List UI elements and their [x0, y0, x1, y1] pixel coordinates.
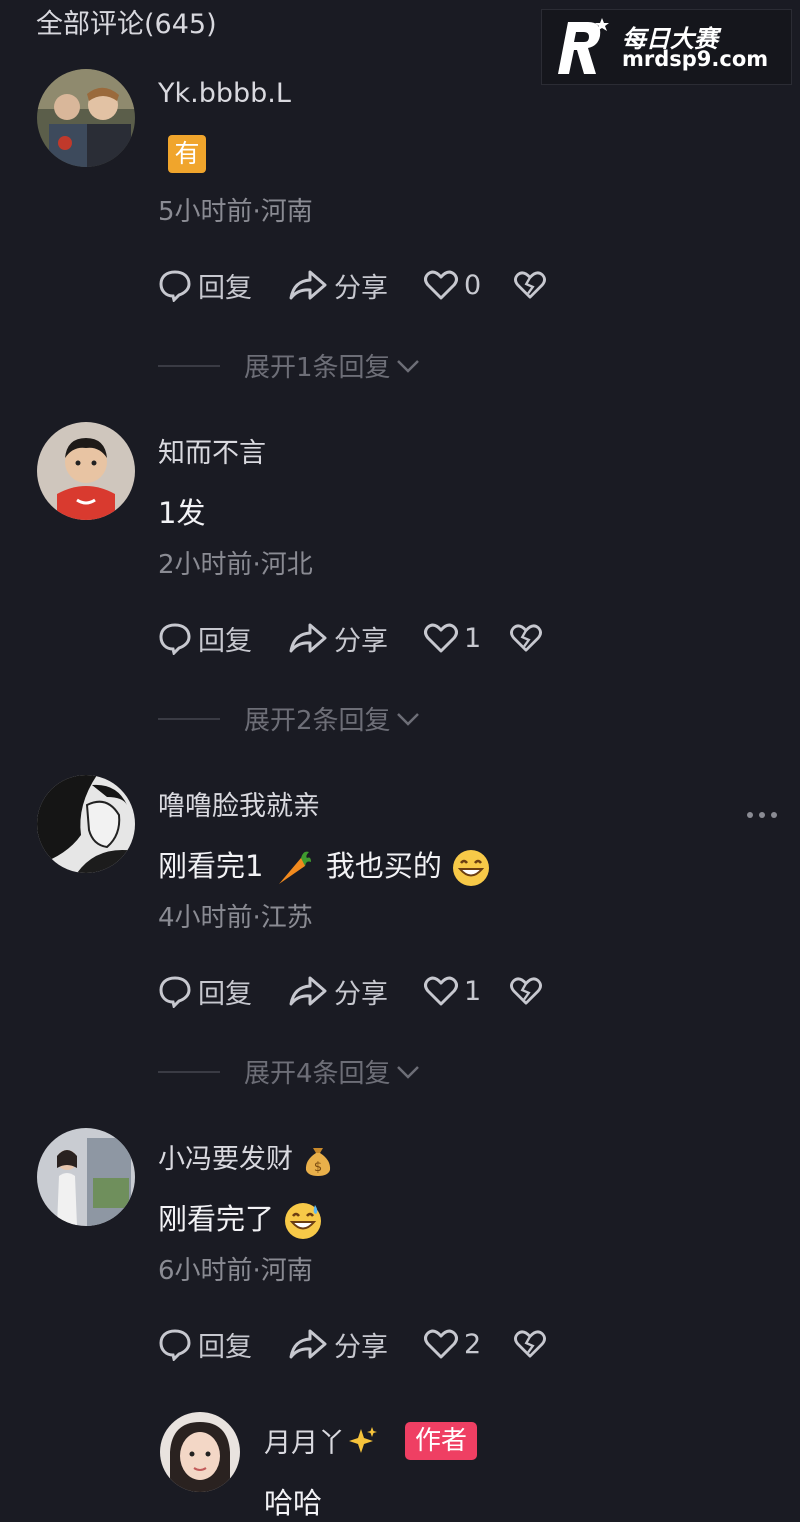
reply-bubble-icon [159, 623, 191, 655]
like-button[interactable]: 1 [424, 971, 481, 1011]
grin-emoji [453, 850, 490, 886]
divider [158, 364, 220, 367]
expand-replies-label: 展开2条回复 [244, 706, 391, 736]
chevron-down-icon [396, 359, 419, 373]
comment-actions: 回复 分享 1 [158, 618, 558, 658]
chevron-down-icon [396, 1065, 419, 1079]
reply-button[interactable]: 回复 [158, 1324, 252, 1364]
sweat-smile-emoji [285, 1203, 322, 1239]
comment-time-location: 4小时前·江苏 [158, 903, 313, 933]
watermark-logo: 每日大赛 mrdsp9.com [541, 9, 792, 85]
dislike-heart-icon [510, 977, 542, 1005]
comment-text-part: 刚看完了 [158, 1202, 275, 1236]
dislike-heart-icon [510, 624, 542, 652]
comment-text-part: 我也买的 [325, 849, 442, 883]
reply-button[interactable]: 回复 [158, 265, 252, 305]
share-button[interactable]: 分享 [288, 1324, 388, 1364]
heart-icon [424, 1329, 458, 1359]
like-count: 1 [464, 622, 482, 654]
like-count: 2 [464, 1328, 482, 1360]
carrot-emoji [278, 851, 311, 884]
dislike-button[interactable] [510, 618, 548, 658]
reply-label: 回复 [198, 272, 252, 304]
expand-replies[interactable]: 展开4条回复 [158, 1053, 421, 1090]
reply-avatar[interactable] [160, 1412, 240, 1492]
reply-bubble-icon [159, 1329, 191, 1361]
share-arrow-icon [289, 1329, 327, 1359]
comments-count-title: 全部评论(645) [36, 9, 217, 40]
share-label: 分享 [334, 272, 388, 304]
share-arrow-icon [289, 270, 327, 300]
reply-label: 回复 [198, 978, 252, 1010]
r-logo-icon [558, 18, 609, 74]
reply-username[interactable]: 月月丫 作者 [264, 1421, 478, 1460]
divider [158, 1070, 220, 1073]
sparkles-emoji [349, 1426, 377, 1453]
comment-username[interactable]: 小冯要发财 $ [158, 1137, 334, 1178]
watermark-url: mrdsp9.com [622, 47, 769, 71]
dislike-button[interactable] [514, 265, 552, 305]
comment-actions: 回复 分享 1 [158, 971, 558, 1011]
share-button[interactable]: 分享 [288, 265, 388, 305]
reply-button[interactable]: 回复 [158, 971, 252, 1011]
comment-actions: 回复 分享 0 [158, 265, 558, 305]
heart-icon [424, 976, 458, 1006]
avatar[interactable] [37, 775, 135, 873]
more-dots-icon[interactable] [746, 806, 778, 818]
comment-text: 刚看完1 我也买的 [158, 843, 491, 888]
expand-replies[interactable]: 展开2条回复 [158, 700, 421, 737]
comment-username[interactable]: Yk.bbbb.L [158, 78, 291, 109]
comment-time-location: 2小时前·河北 [158, 550, 313, 580]
comment-username[interactable]: 噜噜脸我就亲 [158, 784, 320, 823]
svg-text:$: $ [313, 1160, 321, 1175]
share-label: 分享 [334, 625, 388, 657]
chevron-down-icon [396, 712, 419, 726]
comment-actions: 回复 分享 2 [158, 1324, 558, 1364]
comment-text: 刚看完了 [158, 1196, 323, 1241]
avatar[interactable] [37, 422, 135, 520]
comment-text-part: 刚看完1 [158, 849, 264, 883]
reply-label: 回复 [198, 1331, 252, 1363]
share-label: 分享 [334, 1331, 388, 1363]
like-count: 1 [464, 975, 482, 1007]
dislike-button[interactable] [514, 1324, 552, 1364]
money-bag-emoji: $ [305, 1147, 330, 1176]
comment-username-text: 小冯要发财 [158, 1144, 293, 1175]
comment-text: 有 [168, 135, 206, 173]
expand-replies-label: 展开4条回复 [244, 1059, 391, 1089]
share-arrow-icon [289, 623, 327, 653]
comment-text: 1发 [158, 496, 206, 530]
expand-replies-label: 展开1条回复 [244, 353, 391, 383]
comment-time-location: 5小时前·河南 [158, 197, 313, 227]
reply-bubble-icon [159, 270, 191, 302]
comment-username[interactable]: 知而不言 [158, 431, 266, 470]
comment-time-location: 6小时前·河南 [158, 1256, 313, 1286]
like-button[interactable]: 0 [424, 265, 481, 305]
avatar[interactable] [37, 69, 135, 167]
share-label: 分享 [334, 978, 388, 1010]
reply-bubble-icon [159, 976, 191, 1008]
share-button[interactable]: 分享 [288, 618, 388, 658]
share-arrow-icon [289, 976, 327, 1006]
avatar[interactable] [37, 1128, 135, 1226]
reply-button[interactable]: 回复 [158, 618, 252, 658]
like-button[interactable]: 1 [424, 618, 481, 658]
divider [158, 717, 220, 720]
dislike-heart-icon [514, 271, 546, 299]
author-badge: 作者 [405, 1421, 478, 1460]
heart-icon [424, 623, 458, 653]
reply-label: 回复 [198, 625, 252, 657]
share-button[interactable]: 分享 [288, 971, 388, 1011]
heart-icon [424, 270, 458, 300]
like-count: 0 [464, 269, 482, 301]
reply-username-text: 月月丫 [264, 1428, 345, 1459]
like-button[interactable]: 2 [424, 1324, 481, 1364]
dislike-heart-icon [514, 1330, 546, 1358]
expand-replies[interactable]: 展开1条回复 [158, 347, 421, 384]
reply-text: 哈哈 [264, 1486, 323, 1520]
dislike-button[interactable] [510, 971, 548, 1011]
